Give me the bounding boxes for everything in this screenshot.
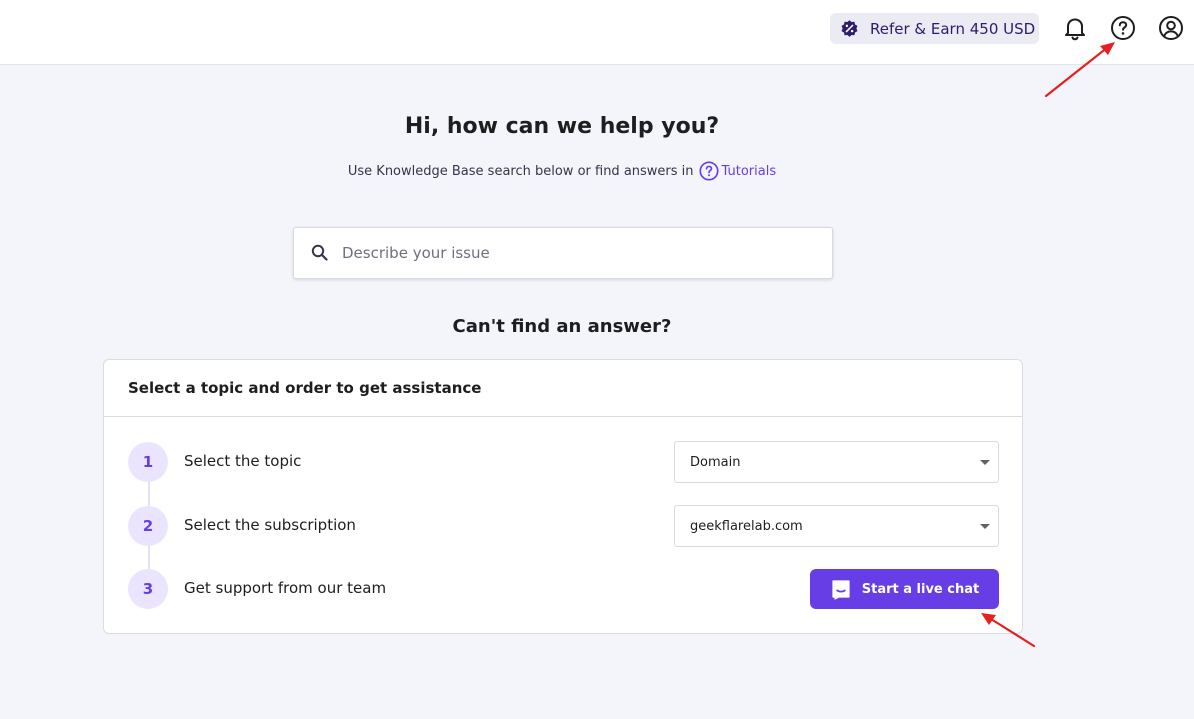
search-box — [293, 227, 833, 279]
help-button[interactable] — [1109, 14, 1137, 42]
step-connector — [148, 545, 150, 569]
step-number: 1 — [128, 442, 168, 482]
account-button[interactable] — [1157, 14, 1185, 42]
discount-badge-icon — [841, 20, 858, 37]
cant-find-heading: Can't find an answer? — [452, 316, 672, 337]
step-label-support: Get support from our team — [184, 579, 387, 597]
help-circle-icon — [1111, 16, 1135, 40]
assistance-card: Select a topic and order to get assistan… — [103, 359, 1023, 634]
topic-select[interactable]: Domain — [674, 441, 999, 483]
page-subtitle: Use Knowledge Base search below or find … — [0, 160, 1124, 182]
subscription-select[interactable]: geekflarelab.com — [674, 505, 999, 547]
start-live-chat-label: Start a live chat — [861, 581, 980, 597]
search-icon — [311, 244, 328, 261]
refer-earn-button[interactable]: Refer & Earn 450 USD — [830, 13, 1039, 44]
topic-select-value: Domain — [690, 454, 741, 470]
step-label-subscription: Select the subscription — [184, 516, 356, 534]
step-number: 2 — [128, 506, 168, 546]
refer-earn-label: Refer & Earn 450 USD — [870, 19, 1036, 38]
caret-down-icon — [980, 524, 990, 529]
notifications-button[interactable] — [1061, 14, 1089, 42]
step-label-topic: Select the topic — [184, 452, 302, 470]
user-circle-icon — [1159, 16, 1183, 40]
subtitle-text: Use Knowledge Base search below or find … — [347, 163, 694, 179]
step-number: 3 — [128, 569, 168, 609]
start-live-chat-button[interactable]: Start a live chat — [810, 569, 999, 609]
subscription-select-value: geekflarelab.com — [690, 518, 803, 534]
search-input[interactable] — [342, 244, 832, 262]
tutorials-link[interactable]: Tutorials — [698, 160, 777, 182]
step-connector — [148, 481, 150, 506]
tutorials-link-label: Tutorials — [721, 163, 777, 179]
top-bar: Refer & Earn 450 USD — [0, 0, 1194, 65]
card-title: Select a topic and order to get assistan… — [104, 360, 1022, 417]
page-title: Hi, how can we help you? — [404, 114, 720, 139]
caret-down-icon — [980, 460, 990, 465]
chat-icon — [832, 580, 850, 600]
bell-icon — [1065, 18, 1085, 41]
help-circle-icon — [698, 161, 719, 181]
